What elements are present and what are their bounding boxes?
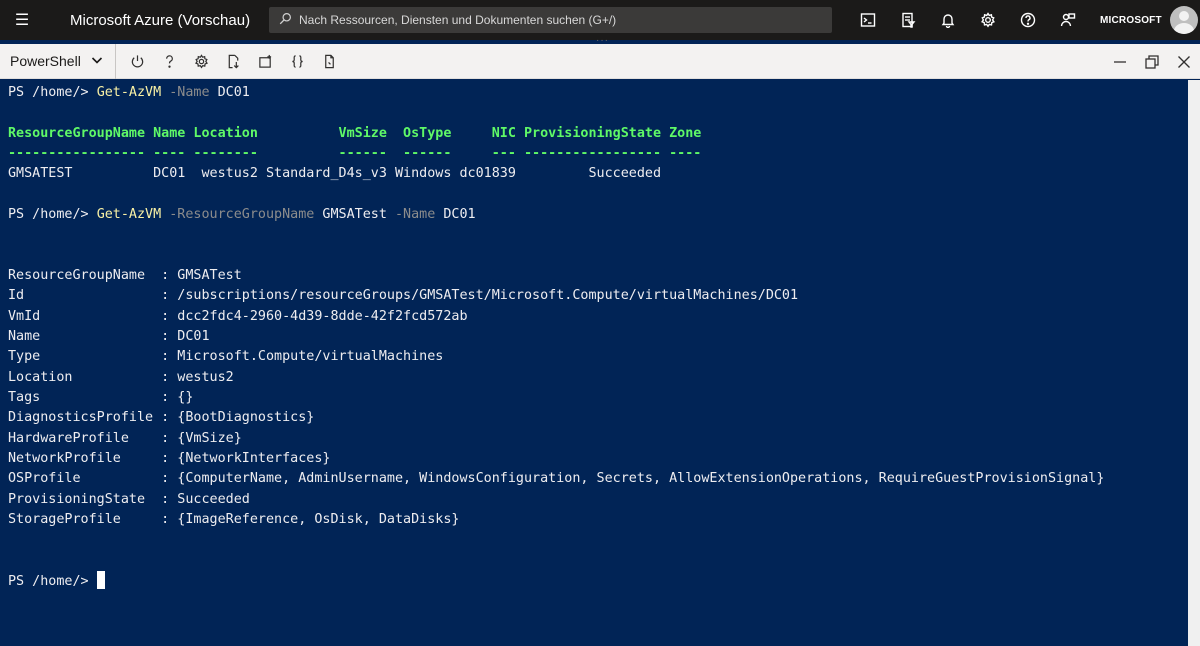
app-title[interactable]: Microsoft Azure (Vorschau) — [70, 12, 270, 29]
minimize-icon[interactable] — [1104, 44, 1136, 79]
command-value: DC01 — [209, 85, 250, 100]
help-icon[interactable] — [153, 44, 185, 79]
terminal-input-line[interactable]: PS /home/> — [8, 570, 1188, 591]
table-rule: ----------------- ---- -------- ------ -… — [8, 145, 702, 161]
table-row: GMSATEST DC01 westus2 Standard_D4s_v3 Wi… — [8, 166, 662, 182]
directory-filter-icon[interactable] — [888, 0, 928, 40]
property-line: StorageProfile : {ImageReference, OsDisk… — [8, 511, 460, 527]
search-icon — [279, 12, 299, 28]
feedback-icon[interactable] — [1048, 0, 1088, 40]
terminal-line: PS /home/> Get-AzVM -Name DC01 — [8, 83, 1188, 103]
restore-icon[interactable] — [1136, 44, 1168, 79]
settings-gear-icon[interactable] — [968, 0, 1008, 40]
property-line: DiagnosticsProfile : {BootDiagnostics} — [8, 410, 315, 426]
property-line: Type : Microsoft.Compute/virtualMachines — [8, 349, 444, 365]
cloud-shell-icon[interactable] — [848, 0, 888, 40]
command-value: DC01 — [435, 206, 476, 222]
hamburger-icon[interactable]: ☰ — [0, 0, 44, 40]
property-line: Tags : {} — [8, 389, 194, 405]
chevron-down-icon — [91, 53, 103, 69]
terminal-line-empty — [8, 103, 1188, 123]
upload-download-icon[interactable] — [217, 44, 249, 79]
prompt: PS /home/> — [8, 206, 97, 222]
property-line: Location : westus2 — [8, 369, 234, 385]
new-session-icon[interactable] — [249, 44, 281, 79]
property-line: OSProfile : {ComputerName, AdminUsername… — [8, 471, 1105, 487]
property-line: NetworkProfile : {NetworkInterfaces} — [8, 450, 331, 466]
prompt: PS /home/> — [8, 573, 97, 589]
property-line: VmId : dcc2fdc4-2960-4d39-8dde-42f2fcd57… — [8, 308, 468, 324]
command-name: Get-AzVM — [96, 206, 162, 222]
table-header: ResourceGroupName Name Location VmSize O… — [8, 125, 702, 141]
terminal-line-empty — [8, 530, 1188, 550]
web-preview-icon[interactable] — [313, 44, 345, 79]
property-line: Id : /subscriptions/resourceGroups/GMSAT… — [8, 288, 799, 304]
azure-top-bar: ☰ Microsoft Azure (Vorschau) MICROSOFT — [0, 0, 1200, 40]
braces-editor-icon[interactable] — [281, 44, 313, 79]
command-parameter: -ResourceGroupName — [161, 206, 315, 222]
terminal-line-empty — [8, 551, 1188, 571]
close-icon[interactable] — [1168, 44, 1200, 79]
terminal-cursor — [96, 570, 105, 589]
account-name: MICROSOFT — [1100, 14, 1162, 26]
avatar[interactable] — [1169, 6, 1198, 34]
command-parameter: -Name — [161, 85, 210, 100]
command-parameter: -Name — [386, 206, 436, 222]
account-menu[interactable]: MICROSOFT — [1100, 0, 1198, 40]
search-input[interactable] — [299, 13, 819, 27]
property-line: Name : DC01 — [8, 328, 210, 344]
property-line: ProvisioningState : Succeeded — [8, 491, 250, 507]
power-restart-icon[interactable] — [121, 44, 153, 79]
property-line: ResourceGroupName : GMSATest — [8, 267, 242, 283]
help-icon[interactable] — [1008, 0, 1048, 40]
settings-gear-icon[interactable] — [185, 44, 217, 79]
terminal-line-empty — [8, 185, 1188, 205]
prompt: PS /home/> — [8, 85, 97, 100]
terminal-scrollbar[interactable] — [1188, 80, 1200, 646]
terminal-line-empty — [8, 225, 1188, 245]
command-value: GMSATest — [314, 206, 387, 222]
terminal-line-empty — [8, 246, 1188, 266]
property-line: HardwareProfile : {VmSize} — [8, 430, 242, 446]
command-name: Get-AzVM — [96, 85, 162, 100]
terminal-line: PS /home/> Get-AzVM -ResourceGroupName G… — [8, 205, 1188, 225]
terminal-output[interactable]: PS /home/> Get-AzVM -Name DC01 ResourceG… — [0, 80, 1188, 646]
notifications-bell-icon[interactable] — [928, 0, 968, 40]
shell-type-label: PowerShell — [10, 53, 81, 69]
shell-type-dropdown[interactable]: PowerShell — [0, 43, 116, 79]
cloud-shell-toolbar: PowerShell — [0, 43, 1200, 79]
global-search[interactable] — [269, 7, 832, 33]
